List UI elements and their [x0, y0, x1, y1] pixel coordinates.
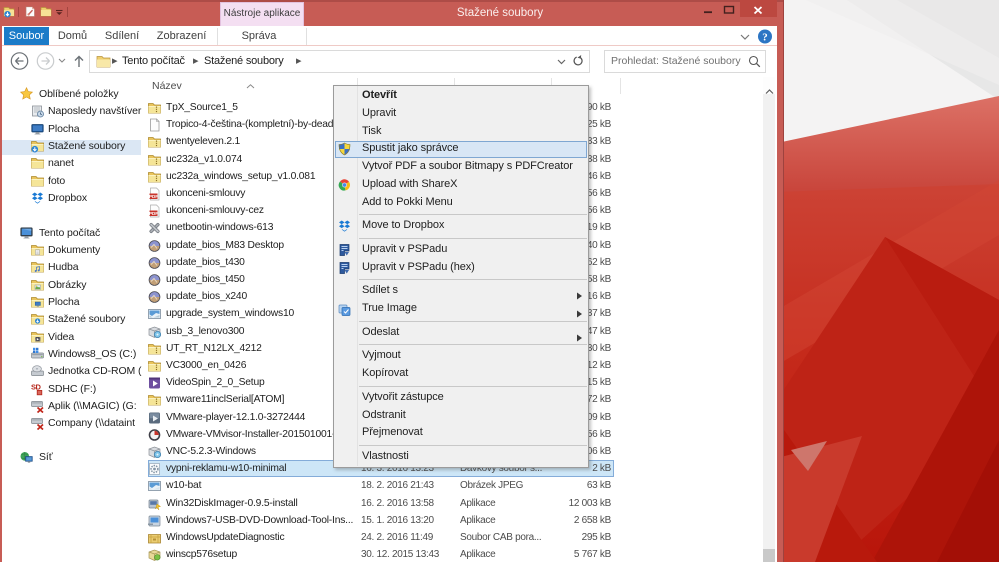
svg-text:PDF: PDF — [149, 211, 158, 216]
svg-text:?: ? — [762, 32, 768, 44]
svg-text:PDF: PDF — [149, 194, 158, 199]
